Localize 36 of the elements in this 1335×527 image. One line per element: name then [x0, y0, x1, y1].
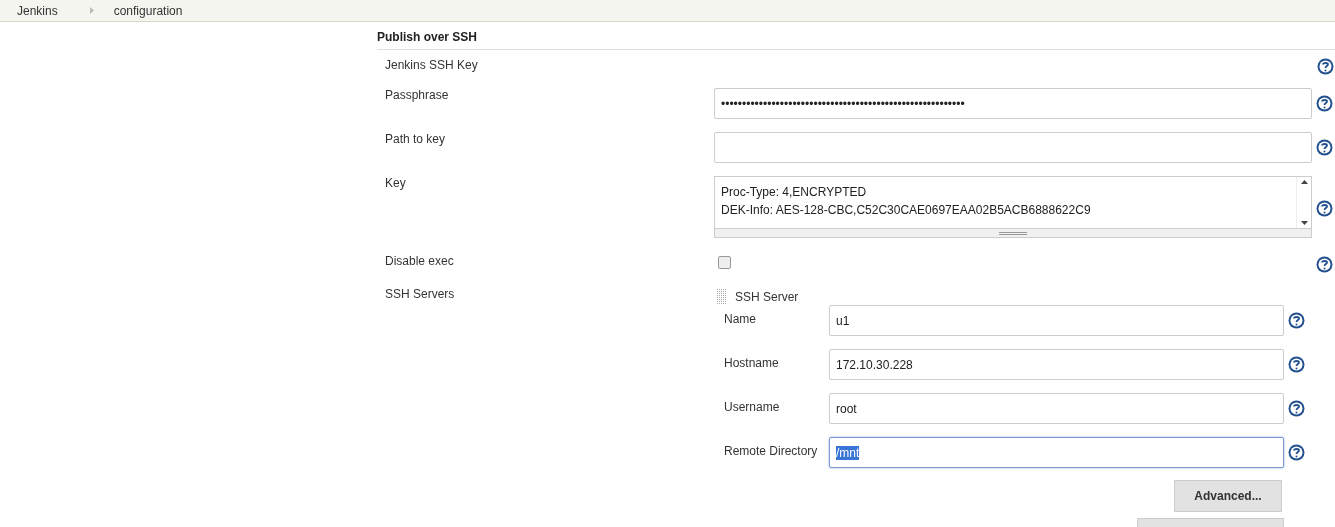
chevron-icon — [89, 7, 94, 14]
field-label: Disable exec — [385, 254, 455, 268]
field-label: Key — [385, 176, 407, 190]
resize-handle[interactable] — [714, 229, 1312, 238]
help-icon[interactable] — [1288, 356, 1305, 373]
advanced-button[interactable]: Advanced... — [1174, 480, 1282, 512]
text-field[interactable]: •••••••••••••••••••••••••••••••••••••••••••••••••••••••••• — [714, 88, 1312, 119]
field-label: Name — [723, 311, 757, 326]
help-icon[interactable] — [1288, 400, 1305, 417]
key-textarea[interactable]: Proc-Type: 4,ENCRYPTED DEK-Info: AES-128-CBC,C52C30CAE0697EAA02B5ACB6888622C9 — [714, 176, 1312, 229]
breadcrumb-link[interactable]: configuration — [113, 3, 183, 18]
scroll-down-icon[interactable] — [1300, 221, 1308, 225]
field-label: Username — [723, 399, 781, 414]
help-icon[interactable] — [1288, 444, 1305, 461]
help-icon[interactable] — [1316, 139, 1333, 156]
help-icon[interactable] — [1316, 200, 1333, 217]
field-label: Hostname — [723, 355, 780, 370]
scroll-up-icon[interactable] — [1300, 180, 1308, 184]
text-field[interactable]: u1 — [829, 305, 1284, 336]
help-icon[interactable] — [1288, 312, 1305, 329]
field-label: Remote Directory — [723, 443, 819, 458]
help-icon[interactable] — [1316, 95, 1333, 112]
breadcrumb-link[interactable]: Jenkins — [17, 3, 58, 18]
field-label: Passphrase — [385, 88, 450, 102]
field-label: SSH Servers — [385, 287, 456, 301]
help-icon[interactable] — [1317, 58, 1334, 75]
help-icon[interactable] — [1316, 256, 1333, 273]
field-label: Path to key — [385, 132, 447, 146]
checkbox[interactable] — [718, 256, 731, 269]
text-field[interactable]: root — [829, 393, 1284, 424]
text-field[interactable]: /mnt — [829, 437, 1284, 468]
field-label: Jenkins SSH Key — [385, 58, 479, 72]
section-title: Publish over SSH — [377, 22, 1335, 50]
drag-handle-icon[interactable] — [717, 289, 727, 305]
text-field[interactable]: 172.10.30.228 — [829, 349, 1284, 380]
server-title: SSH Server — [735, 290, 799, 304]
